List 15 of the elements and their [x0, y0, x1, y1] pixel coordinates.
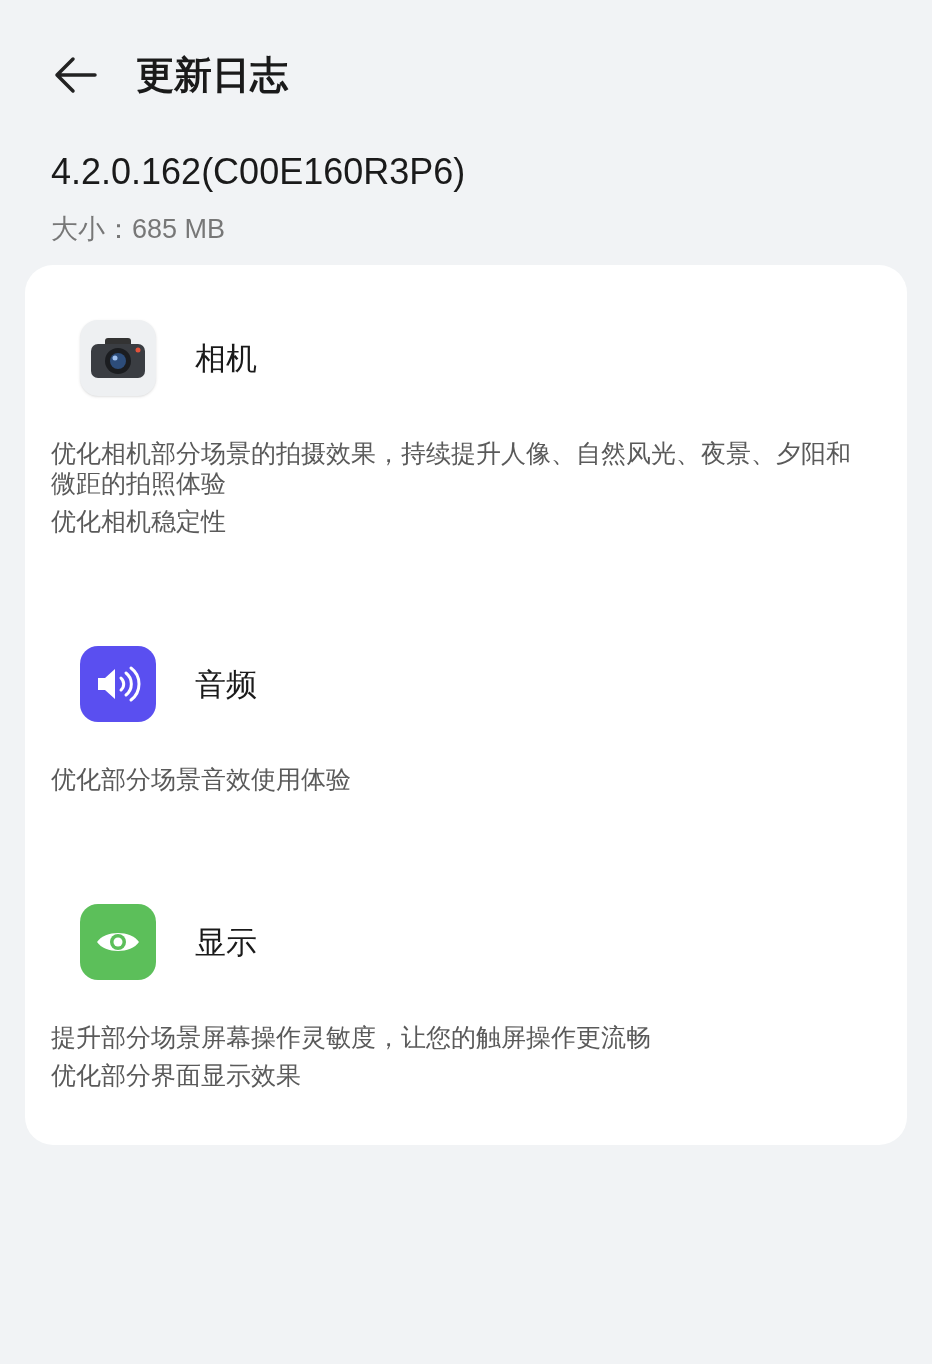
section-title: 显示 [195, 926, 257, 958]
speaker-app-icon [80, 646, 156, 722]
version-number: 4.2.0.162(C00E160R3P6) [51, 154, 466, 190]
package-size: 大小：685 MB [51, 216, 226, 243]
section-title: 音频 [195, 668, 257, 700]
change-note: 优化相机部分场景的拍摄效果，持续提升人像、自然风光、夜景、夕阳和微距的拍照体验 [51, 438, 852, 498]
eye-app-icon [80, 904, 156, 980]
change-note: 提升部分场景屏幕操作灵敏度，让您的触屏操作更流畅 [51, 1022, 652, 1052]
camera-app-icon [80, 320, 156, 396]
back-icon [53, 56, 97, 94]
change-note: 优化部分场景音效使用体验 [51, 764, 352, 794]
change-note: 优化相机稳定性 [51, 506, 227, 536]
page-title: 更新日志 [136, 56, 288, 94]
section-title: 相机 [195, 342, 257, 374]
change-note: 优化部分界面显示效果 [51, 1060, 302, 1090]
